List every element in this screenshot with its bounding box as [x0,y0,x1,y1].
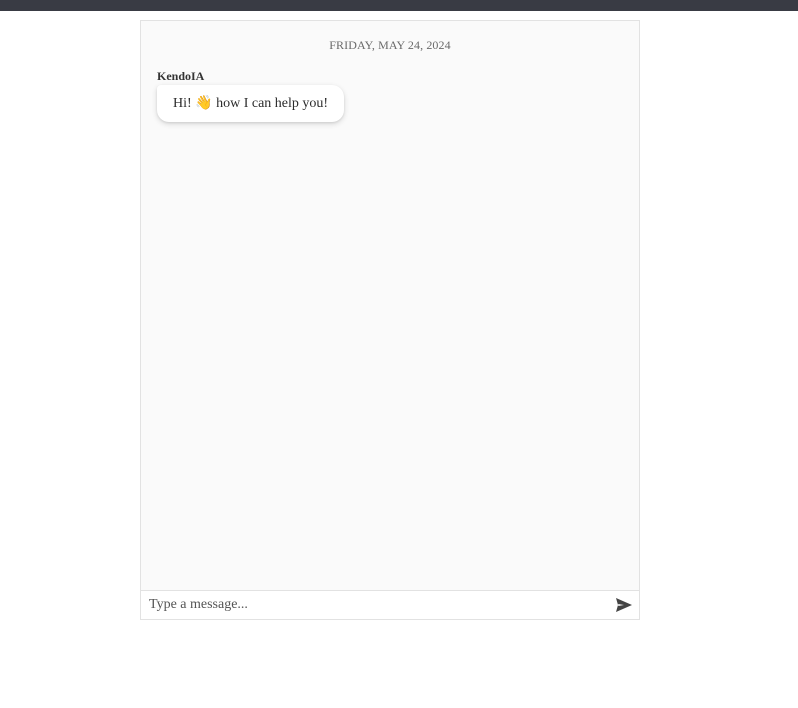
send-icon [616,598,632,612]
message-list[interactable]: FRIDAY, MAY 24, 2024 KendoIA Hi! 👋 how I… [141,21,639,590]
date-divider: FRIDAY, MAY 24, 2024 [329,38,451,52]
chat-widget: FRIDAY, MAY 24, 2024 KendoIA Hi! 👋 how I… [140,20,640,620]
message-composer [141,590,639,619]
message-bubble: Hi! 👋 how I can help you! [157,85,345,122]
message-author: KendoIA [157,69,205,83]
message-input[interactable] [141,591,601,619]
top-bar [0,0,798,11]
send-button[interactable] [613,594,635,616]
